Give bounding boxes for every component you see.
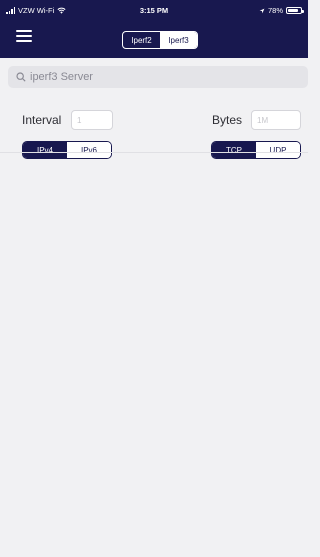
interval-label: Interval <box>22 113 62 127</box>
server-search-placeholder: iperf3 Server <box>30 71 93 83</box>
bytes-placeholder: 1M <box>257 115 269 125</box>
iperf-version-segmented-control: Iperf2 Iperf3 <box>122 31 198 49</box>
battery-percentage: 78% <box>267 6 283 15</box>
status-bar: VZW Wi-Fi 3:15 PM 78% <box>0 0 308 22</box>
interval-placeholder: 1 <box>77 115 82 125</box>
ip-version-segmented-control: IPv4 IPv6 <box>22 141 112 159</box>
bytes-label: Bytes <box>212 113 243 127</box>
menu-icon[interactable] <box>16 30 32 42</box>
search-icon <box>16 72 26 82</box>
ipv6-option[interactable]: IPv6 <box>67 142 111 158</box>
bytes-input[interactable]: 1M <box>251 110 301 130</box>
interval-input[interactable]: 1 <box>71 110 113 130</box>
tcp-option[interactable]: TCP <box>212 142 256 158</box>
server-search-field[interactable]: iperf3 Server <box>8 66 308 88</box>
udp-option[interactable]: UDP <box>256 142 300 158</box>
tab-iperf3[interactable]: Iperf3 <box>160 32 197 48</box>
protocol-segmented-control: TCP UDP <box>211 141 301 159</box>
battery-icon <box>286 7 304 14</box>
location-arrow-icon <box>259 8 265 13</box>
navigation-bar: VZW Wi-Fi 3:15 PM 78% Iperf2 Iperf3 <box>0 0 308 58</box>
tab-iperf2[interactable]: Iperf2 <box>123 32 160 48</box>
status-right: 78% <box>259 6 304 15</box>
ipv4-option[interactable]: IPv4 <box>23 142 67 158</box>
section-divider <box>0 152 308 153</box>
